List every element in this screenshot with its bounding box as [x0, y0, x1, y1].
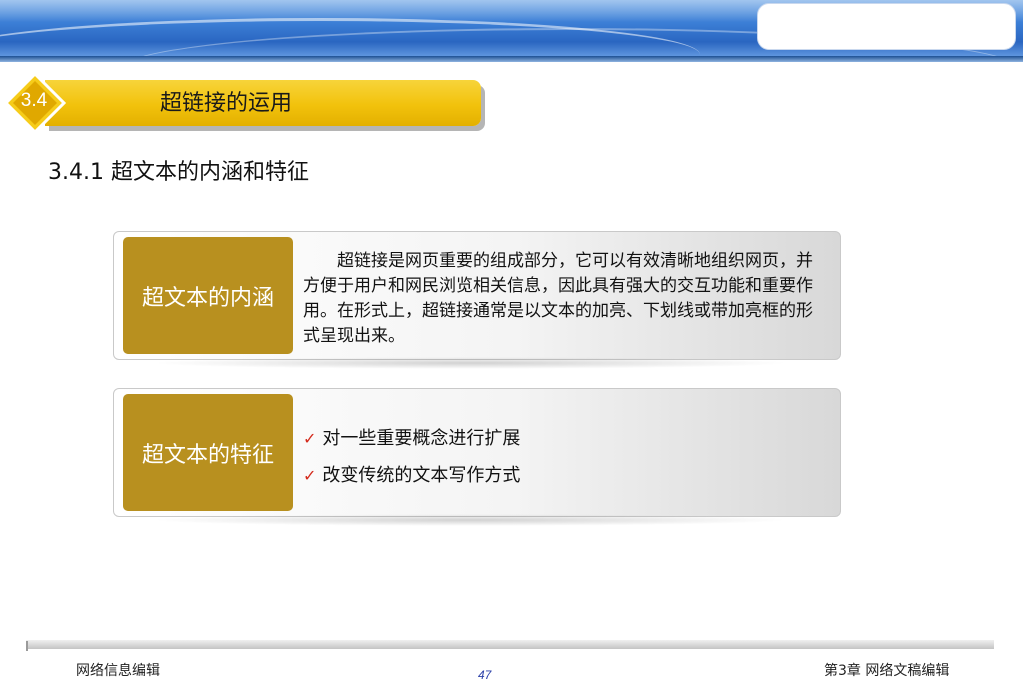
card-features: 超文本的特征 ✓ 对一些重要概念进行扩展 ✓ 改变传统的文本写作方式 — [113, 388, 841, 517]
card-connotation: 超文本的内涵 超链接是网页重要的组成部分，它可以有效清晰地组织网页，并方便于用户… — [113, 231, 841, 360]
card-shadow — [150, 514, 790, 526]
top-right-panel — [757, 3, 1016, 50]
footer-course-title: 网络信息编辑 — [76, 663, 160, 679]
section-title: 超链接的运用 — [160, 91, 293, 116]
card-label: 超文本的内涵 — [123, 237, 293, 354]
bullet-list: ✓ 对一些重要概念进行扩展 ✓ 改变传统的文本写作方式 — [303, 423, 803, 497]
bullet-text: 改变传统的文本写作方式 — [322, 465, 521, 486]
check-mark-icon: ✓ — [303, 466, 317, 485]
list-item: ✓ 对一些重要概念进行扩展 — [303, 423, 803, 455]
card-label: 超文本的特征 — [123, 394, 293, 511]
card-body-text: 超链接是网页重要的组成部分，它可以有效清晰地组织网页，并方便于用户和网民浏览相关… — [303, 251, 813, 346]
list-item: ✓ 改变传统的文本写作方式 — [303, 460, 803, 492]
subheading: 3.4.1 超文本的内涵和特征 — [48, 160, 309, 185]
bullet-text: 对一些重要概念进行扩展 — [322, 428, 521, 449]
page-number: 47 — [478, 668, 492, 682]
card-shadow — [150, 357, 790, 369]
check-mark-icon: ✓ — [303, 429, 317, 448]
footer-chapter-title: 第3章 网络文稿编辑 — [824, 663, 950, 679]
footer-bar — [26, 640, 994, 649]
footer-tick — [26, 641, 28, 651]
section-number: 3.4 — [20, 90, 48, 111]
banner-divider — [0, 56, 1023, 62]
